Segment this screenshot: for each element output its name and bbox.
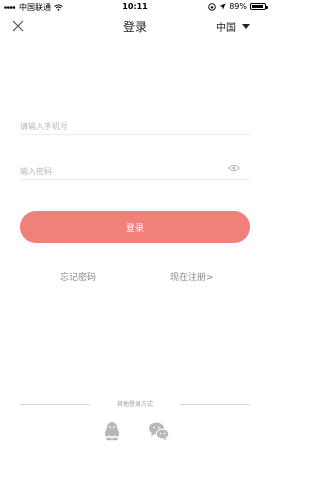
battery-fill bbox=[252, 5, 263, 8]
qq-icon[interactable] bbox=[101, 420, 123, 442]
status-right: 89% bbox=[208, 2, 268, 11]
phone-input[interactable] bbox=[20, 117, 220, 136]
login-button[interactable]: 登录 bbox=[20, 211, 250, 243]
battery-tip bbox=[266, 5, 268, 9]
eye-icon[interactable] bbox=[228, 164, 240, 172]
status-bar: 中国联通 10:11 89% bbox=[0, 0, 270, 13]
battery-percent: 89% bbox=[229, 2, 247, 11]
login-button-label: 登录 bbox=[125, 223, 144, 234]
orientation-lock-icon bbox=[208, 2, 216, 11]
other-login-divider: 其他登录方式 bbox=[0, 398, 270, 410]
register-link[interactable]: 现在注册> bbox=[170, 270, 214, 283]
location-icon bbox=[219, 3, 226, 10]
password-input[interactable] bbox=[20, 162, 220, 181]
nav-bar: 登录 中国 bbox=[0, 13, 270, 39]
forgot-password-link[interactable]: 忘记密码 bbox=[60, 270, 96, 283]
divider-right bbox=[180, 404, 250, 405]
region-selector[interactable]: 中国 bbox=[216, 19, 250, 34]
region-label: 中国 bbox=[216, 23, 236, 34]
phone-field bbox=[20, 114, 250, 136]
password-field bbox=[20, 159, 250, 181]
wechat-icon[interactable] bbox=[148, 420, 170, 442]
caret-down-icon bbox=[242, 24, 250, 29]
battery-icon bbox=[250, 3, 268, 10]
